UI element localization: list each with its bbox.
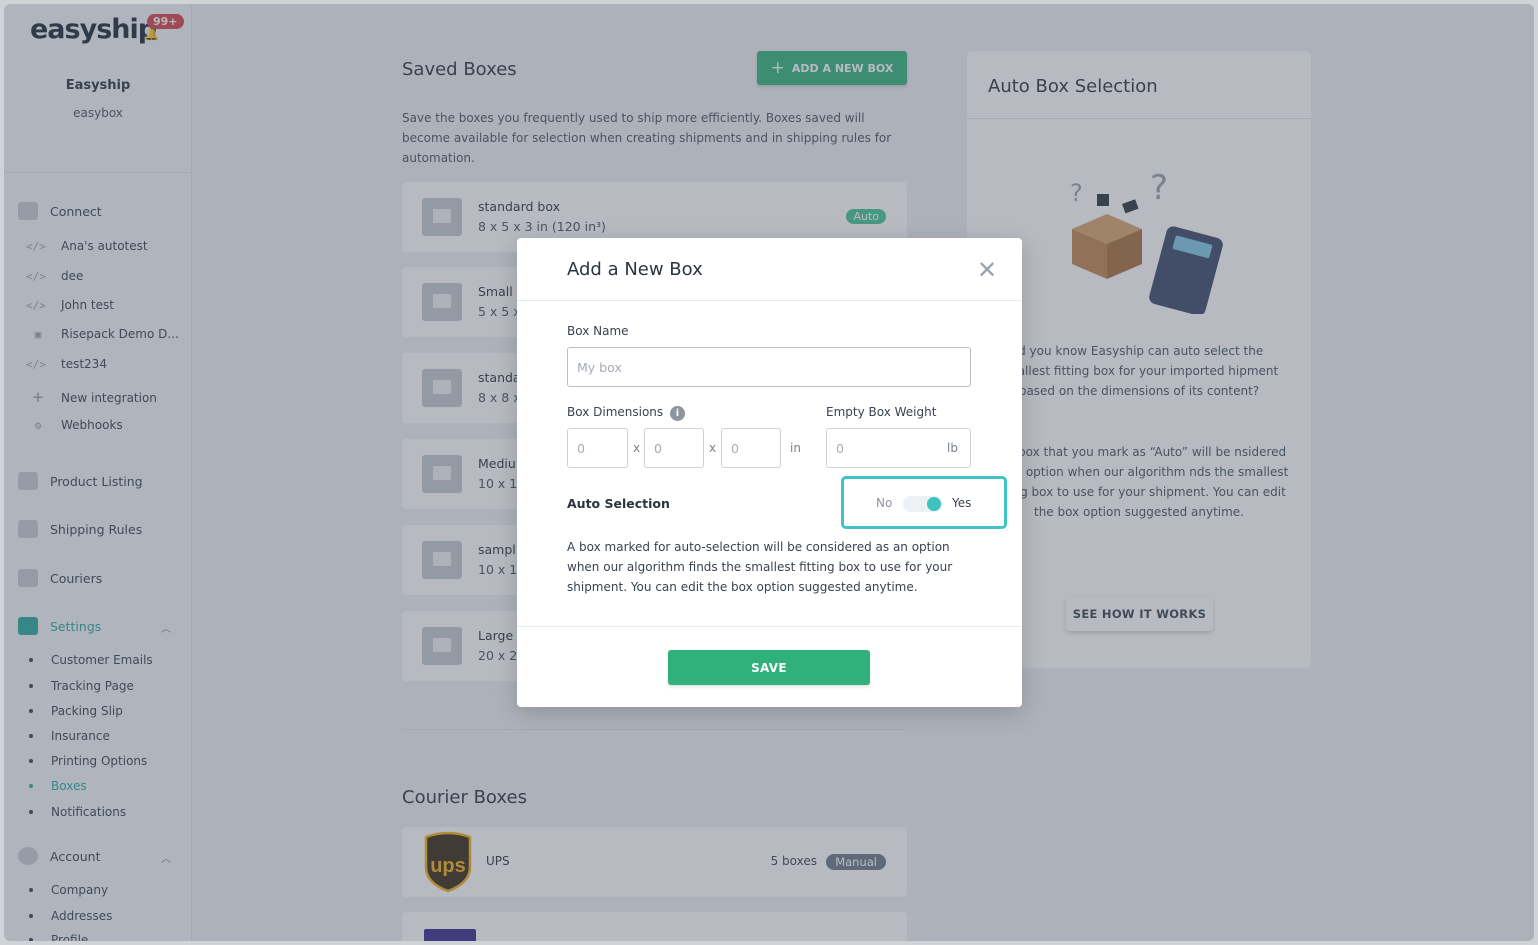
box-name-input[interactable]	[567, 347, 971, 387]
box-dimensions-label: Box Dimensions	[567, 405, 664, 419]
weight-unit: lb	[947, 441, 958, 455]
dimension-separator: x	[633, 441, 641, 455]
close-icon[interactable]: ✕	[977, 256, 997, 284]
toggle-knob	[927, 497, 941, 511]
info-icon[interactable]: i	[670, 406, 685, 421]
box-length-input[interactable]	[567, 428, 628, 468]
modal-footer-divider	[517, 626, 1022, 627]
box-height-input[interactable]	[721, 428, 781, 468]
toggle-no-label[interactable]: No	[876, 496, 892, 510]
add-new-box-modal: Add a New Box ✕ Box Name Box Dimensions …	[517, 238, 1022, 707]
auto-selection-toggle-group: No Yes	[841, 476, 1007, 529]
empty-box-weight-label: Empty Box Weight	[826, 405, 937, 419]
save-button[interactable]: SAVE	[668, 650, 870, 685]
dimension-unit: in	[790, 441, 801, 455]
auto-selection-help-text: A box marked for auto-selection will be …	[567, 540, 953, 594]
modal-title: Add a New Box	[567, 259, 703, 280]
box-name-label: Box Name	[567, 324, 629, 338]
auto-selection-label: Auto Selection	[567, 496, 670, 511]
modal-header-divider	[517, 300, 1022, 301]
box-width-input[interactable]	[644, 428, 704, 468]
auto-selection-toggle[interactable]	[903, 496, 943, 512]
toggle-yes-label[interactable]: Yes	[952, 496, 971, 510]
dimension-separator: x	[709, 441, 717, 455]
app-window: easyship 🔔 99+ Easyship easybox Connect …	[4, 4, 1534, 941]
